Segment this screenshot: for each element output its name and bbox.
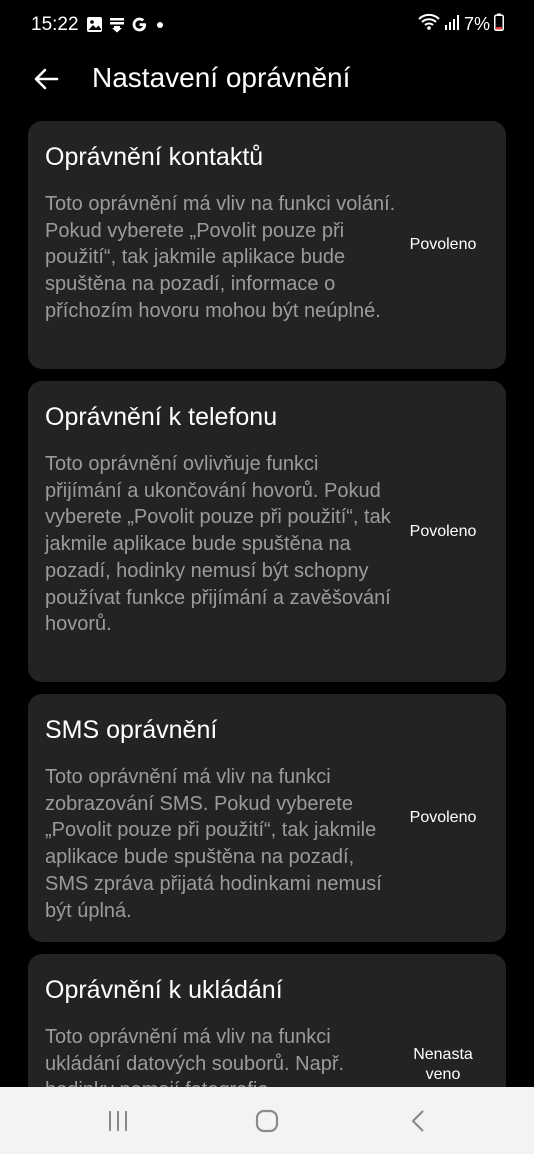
gallery-icon <box>86 16 103 33</box>
page-title: Nastavení oprávnění <box>92 62 351 93</box>
back-nav-button[interactable] <box>388 1101 448 1141</box>
wifi-icon <box>418 13 440 36</box>
signal-icon <box>444 13 460 36</box>
status-time: 15:22 <box>31 14 79 35</box>
permission-description: Toto oprávnění má vliv na funkci ukládán… <box>45 1026 345 1087</box>
permissions-list[interactable]: Oprávnění kontaktů Toto oprávnění má vli… <box>0 110 534 1087</box>
permission-title: Oprávnění k telefonu <box>45 403 278 431</box>
back-button[interactable] <box>22 60 70 98</box>
back-arrow-icon <box>34 68 59 90</box>
permission-card-phone[interactable]: Oprávnění k telefonu Toto oprávnění ovli… <box>28 381 506 682</box>
permission-card-contacts[interactable]: Oprávnění kontaktů Toto oprávnění má vli… <box>28 121 506 369</box>
system-icons: 7% <box>418 13 504 35</box>
recent-apps-icon <box>109 1111 127 1131</box>
download-icon <box>109 16 125 33</box>
dot-icon <box>154 16 166 33</box>
permission-title: Oprávnění kontaktů <box>45 143 264 171</box>
home-button[interactable] <box>237 1101 297 1141</box>
permission-title: SMS oprávnění <box>45 716 218 744</box>
permission-status: Povoleno <box>409 236 477 253</box>
permission-status: Povoleno <box>409 523 477 540</box>
permission-title: Oprávnění k ukládání <box>45 976 283 1004</box>
permission-card-sms[interactable]: SMS oprávnění Toto oprávnění má vliv na … <box>28 694 506 942</box>
permission-description: Toto oprávnění má vliv na funkci volání.… <box>45 193 396 322</box>
back-icon <box>411 1110 424 1132</box>
status-bar: 15:22 7% <box>0 0 534 50</box>
google-icon <box>131 16 148 33</box>
permission-status: Nenastaveno <box>413 1046 473 1083</box>
home-icon <box>255 1109 279 1133</box>
recent-apps-button[interactable] <box>88 1101 148 1141</box>
permission-card-storage[interactable]: Oprávnění k ukládání Toto oprávnění má v… <box>28 954 506 1087</box>
permission-description: Toto oprávnění má vliv na funkci zobrazo… <box>45 766 382 922</box>
app-header: Nastavení oprávnění <box>0 50 534 110</box>
permission-status: Povoleno <box>409 809 477 826</box>
notification-icons <box>86 14 166 34</box>
battery-icon <box>494 13 504 36</box>
battery-percentage: 7% <box>463 13 490 34</box>
permission-description: Toto oprávnění ovlivňuje funkci přijímán… <box>45 453 391 636</box>
navigation-bar <box>0 1087 534 1154</box>
